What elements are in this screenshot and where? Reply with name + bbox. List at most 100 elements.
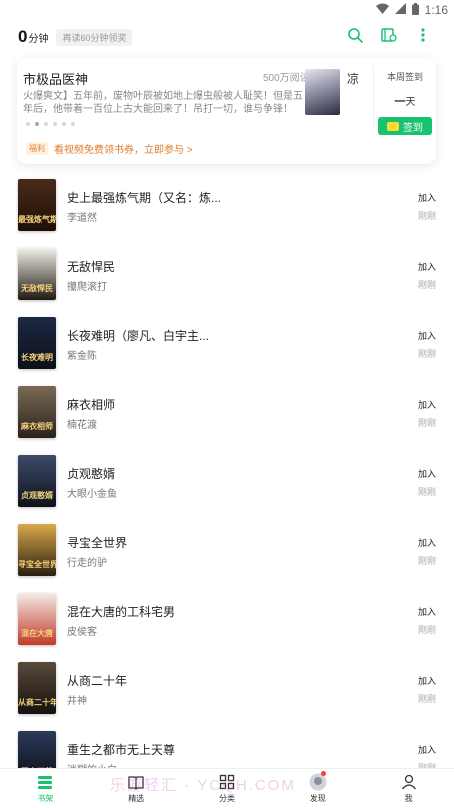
nav-label: 发现 [309, 794, 326, 803]
book-row[interactable]: 麻衣相师 麻衣相师 楠花渡 加入 刚刚 [0, 379, 454, 448]
book-updated-time: 刚刚 [417, 556, 436, 566]
signin-button[interactable]: 签到 [378, 117, 432, 135]
search-icon [347, 27, 363, 48]
signin-days: 一天 [374, 93, 436, 109]
book-cover: 混在大唐 [18, 593, 56, 645]
carousel-dot [26, 122, 30, 126]
nav-item-3[interactable]: 分类 [182, 769, 273, 808]
book-updated-time: 刚刚 [417, 418, 436, 428]
carousel-dot [62, 122, 66, 126]
nav-label: 书架 [37, 794, 54, 803]
book-title: 重生之都市无上天尊 [67, 743, 176, 757]
recommend-book[interactable]: 市极品医神 500万阅读 火爆爽文】五年前，废物叶辰被如地上爆虫般被人耻笑！但是… [17, 58, 362, 138]
nav-item-4[interactable]: 发现 [272, 769, 363, 808]
book-cover: 最强炼气期 [18, 179, 56, 231]
status-time: 1:16 [424, 3, 448, 17]
book-updated-time: 刚刚 [417, 211, 436, 221]
book-cover: 无敌悍民 [18, 248, 56, 300]
book-cover: 麻衣相师 [18, 386, 56, 438]
book-row[interactable]: 长夜难明 长夜难明（廖凡、白宇主... 紫金陈 加入 刚刚 [0, 310, 454, 379]
book-open-icon [127, 773, 145, 791]
book-author: 皮侯客 [67, 627, 97, 638]
recommend-book-title: 市极品医神 [23, 72, 89, 87]
signin-days-value: 一 [394, 96, 406, 108]
add-to-shelf-button[interactable]: 加入 [418, 743, 436, 756]
bookshelf-icon [36, 773, 54, 791]
add-to-shelf-button[interactable]: 加入 [418, 467, 436, 480]
nav-label: 精选 [128, 794, 145, 803]
add-to-shelf-button[interactable]: 加入 [418, 674, 436, 687]
status-bar: 1:16 [0, 0, 454, 20]
book-cover-text: 寻宝全世界 [18, 560, 56, 569]
book-author: 李道然 [67, 213, 97, 224]
reading-hint: 再读60分钟领奖 [56, 28, 133, 46]
book-cover-text: 长夜难明 [21, 353, 53, 362]
recommend-cover [305, 69, 340, 115]
book-cover-text: 无敌悍民 [21, 284, 53, 293]
nav-label: 分类 [218, 794, 235, 803]
carousel-dot [44, 122, 48, 126]
book-row[interactable]: 从商二十年 从商二十年 井神 加入 刚刚 [0, 655, 454, 724]
promo-tag: 福利 [26, 142, 48, 155]
book-updated-time: 刚刚 [417, 625, 436, 635]
book-author: 行走的驴 [67, 558, 107, 569]
book-title: 从商二十年 [67, 674, 128, 688]
promo-text: 看视频免费领书券，立即参与 > [54, 145, 193, 156]
book-cover-text: 混在大唐 [21, 629, 53, 638]
reading-minutes: 0 [18, 27, 28, 46]
book-row[interactable]: 混在大唐 混在大唐的工科宅男 皮侯客 加入刚刚 [0, 586, 454, 655]
carousel-dot [53, 122, 57, 126]
book-author: 大眼小金鱼 [67, 489, 117, 500]
book-cover: 贞观憨婿 [18, 455, 56, 507]
book-author: 楠花渡 [67, 420, 97, 431]
user-icon [400, 773, 418, 791]
book-row[interactable]: 寻宝全世界 寻宝全世界 行走的驴 加入 刚刚 [0, 517, 454, 586]
book-title: 史上最强炼气期（又名：炼... [67, 191, 222, 205]
nav-item-5[interactable]: 我 [363, 769, 454, 808]
book-row[interactable]: 最强炼气期 史上最强炼气期（又名：炼... 李道然 加入刚刚 [0, 172, 454, 241]
carousel-dot [35, 122, 39, 126]
nav-item-2[interactable]: 精选 [91, 769, 182, 808]
carousel-dots [26, 122, 80, 126]
wifi-icon [375, 3, 389, 17]
add-to-shelf-button[interactable]: 加入 [418, 398, 436, 411]
bookshelf-manage-button[interactable] [376, 24, 402, 50]
signin-button-label: 签到 [403, 122, 423, 134]
more-button[interactable] [410, 24, 436, 50]
carousel-dot [71, 122, 75, 126]
book-updated-time: 刚刚 [417, 487, 436, 497]
recommend-card: 市极品医神 500万阅读 火爆爽文】五年前，废物叶辰被如地上爆虫般被人耻笑！但是… [17, 58, 436, 164]
bottom-nav: 书架 精选 分类 发现 我 [0, 768, 454, 808]
signal-icon [394, 3, 406, 17]
ticket-icon [387, 121, 399, 131]
book-updated-time: 刚刚 [417, 694, 436, 704]
book-cover: 寻宝全世界 [18, 524, 56, 576]
book-row[interactable]: 无敌悍民 无敌悍民 攥爬滚打 加入 刚刚 [0, 241, 454, 310]
nav-label: 我 [404, 794, 413, 803]
book-title: 贞观憨婿 [67, 467, 116, 481]
add-to-shelf-button[interactable]: 加入 [418, 329, 436, 342]
book-title: 麻衣相师 [67, 398, 116, 412]
book-title: 寻宝全世界 [67, 536, 128, 550]
book-row[interactable]: 贞观憨婿 贞观憨婿 大眼小金鱼 加入 刚刚 [0, 448, 454, 517]
promo-link[interactable]: 福利 看视频免费领书券，立即参与 > [26, 141, 193, 156]
search-button[interactable] [342, 24, 368, 50]
add-to-shelf-button[interactable]: 加入 [418, 191, 436, 204]
book-author: 紫金陈 [67, 351, 97, 362]
add-to-shelf-button[interactable]: 加入 [418, 536, 436, 549]
book-cover-text: 贞观憨婿 [21, 491, 53, 500]
book-author: 井神 [67, 696, 87, 707]
weekly-signin: 本周签到 一天 签到 [374, 58, 436, 138]
book-cover: 长夜难明 [18, 317, 56, 369]
book-title: 无敌悍民 [67, 260, 116, 274]
battery-icon [411, 2, 419, 18]
add-to-shelf-button[interactable]: 加入 [418, 260, 436, 273]
book-title: 混在大唐的工科宅男 [67, 605, 176, 619]
shelf-header: 0 分钟 再读60分钟领奖 [0, 20, 454, 54]
bookshelf-manage-icon [381, 27, 397, 48]
add-to-shelf-button[interactable]: 加入 [418, 605, 436, 618]
recommend-description: 火爆爽文】五年前，废物叶辰被如地上爆虫般被人耻笑！但是五年后，他带着一百位上古大… [23, 91, 303, 115]
reading-time[interactable]: 0 分钟 [18, 27, 48, 47]
nav-item-1[interactable]: 书架 [0, 769, 91, 808]
book-cover: 从商二十年 [18, 662, 56, 714]
